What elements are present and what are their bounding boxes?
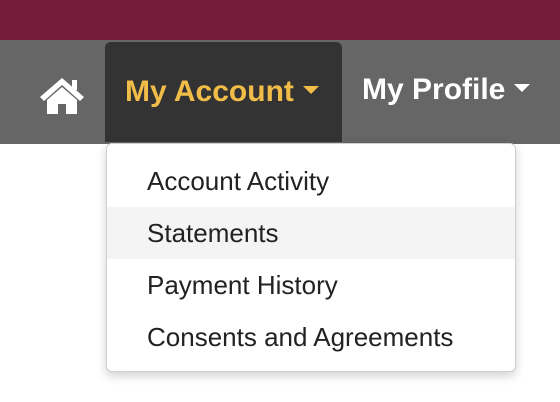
- nav-my-account[interactable]: My Account: [105, 42, 342, 142]
- my-account-dropdown-menu: Account Activity Statements Payment Hist…: [106, 143, 516, 372]
- navbar: My Account My Profile: [0, 40, 560, 144]
- caret-down-icon: [302, 86, 319, 94]
- home-icon[interactable]: [38, 74, 86, 116]
- menu-item-account-activity[interactable]: Account Activity: [107, 155, 515, 207]
- nav-my-profile-label: My Profile: [362, 73, 506, 106]
- caret-down-icon: [514, 84, 531, 92]
- top-band: [0, 0, 560, 40]
- menu-item-statements[interactable]: Statements: [107, 207, 515, 259]
- nav-my-account-label: My Account: [125, 75, 294, 108]
- nav-my-profile[interactable]: My Profile: [362, 40, 531, 140]
- menu-item-payment-history[interactable]: Payment History: [107, 259, 515, 311]
- menu-item-consents-and-agreements[interactable]: Consents and Agreements: [107, 311, 515, 363]
